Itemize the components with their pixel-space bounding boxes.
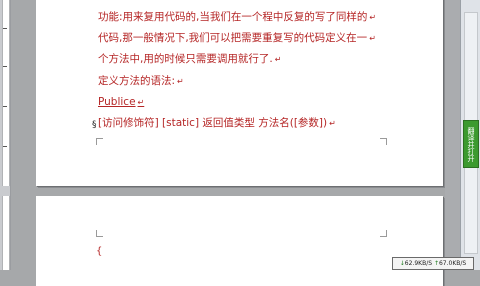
document-text[interactable]: 功能:用来复用代码的,当我们在一个程中反复的写了同样的 ↵ 代码,那一般情况下,我… bbox=[98, 7, 398, 134]
text-cursor-mark: § bbox=[92, 120, 97, 130]
text-line: 功能:用来复用代码的,当我们在一个程中反复的写了同样的 ↵ bbox=[98, 11, 377, 23]
text-line: Publice ↵ bbox=[98, 95, 145, 108]
network-speed-widget: ↓62.9KB/S ↑67.0KB/S bbox=[392, 257, 474, 270]
document-page-2[interactable] bbox=[36, 196, 443, 286]
margin-corner-mark bbox=[380, 138, 387, 145]
text-line: 定义方法的语法: ↵ bbox=[98, 74, 184, 87]
vertical-ruler bbox=[0, 0, 11, 270]
text-line: 个方法中,用的时候只需要调用就行了. ↵ bbox=[98, 53, 282, 66]
document-page-1[interactable]: 功能:用来复用代码的,当我们在一个程中反复的写了同样的 ↵ 代码,那一般情况下,我… bbox=[36, 0, 443, 186]
margin-corner-mark bbox=[380, 230, 387, 237]
translate-tab[interactable]: 翻译并打开 bbox=[463, 120, 479, 168]
page2-text: { bbox=[96, 246, 103, 257]
text-line: 代码,那一般情况下,我们可以把需要重复写的代码定义在一 ↵ bbox=[98, 32, 376, 45]
text-line: [访问修饰符] [static] 返回值类型 方法名([参数]) ↵ bbox=[98, 117, 336, 130]
right-side-panel: 翻译并打开 bbox=[460, 0, 480, 270]
workspace-margin bbox=[445, 0, 461, 270]
margin-corner-mark bbox=[96, 138, 103, 145]
margin-corner-mark bbox=[96, 230, 103, 237]
